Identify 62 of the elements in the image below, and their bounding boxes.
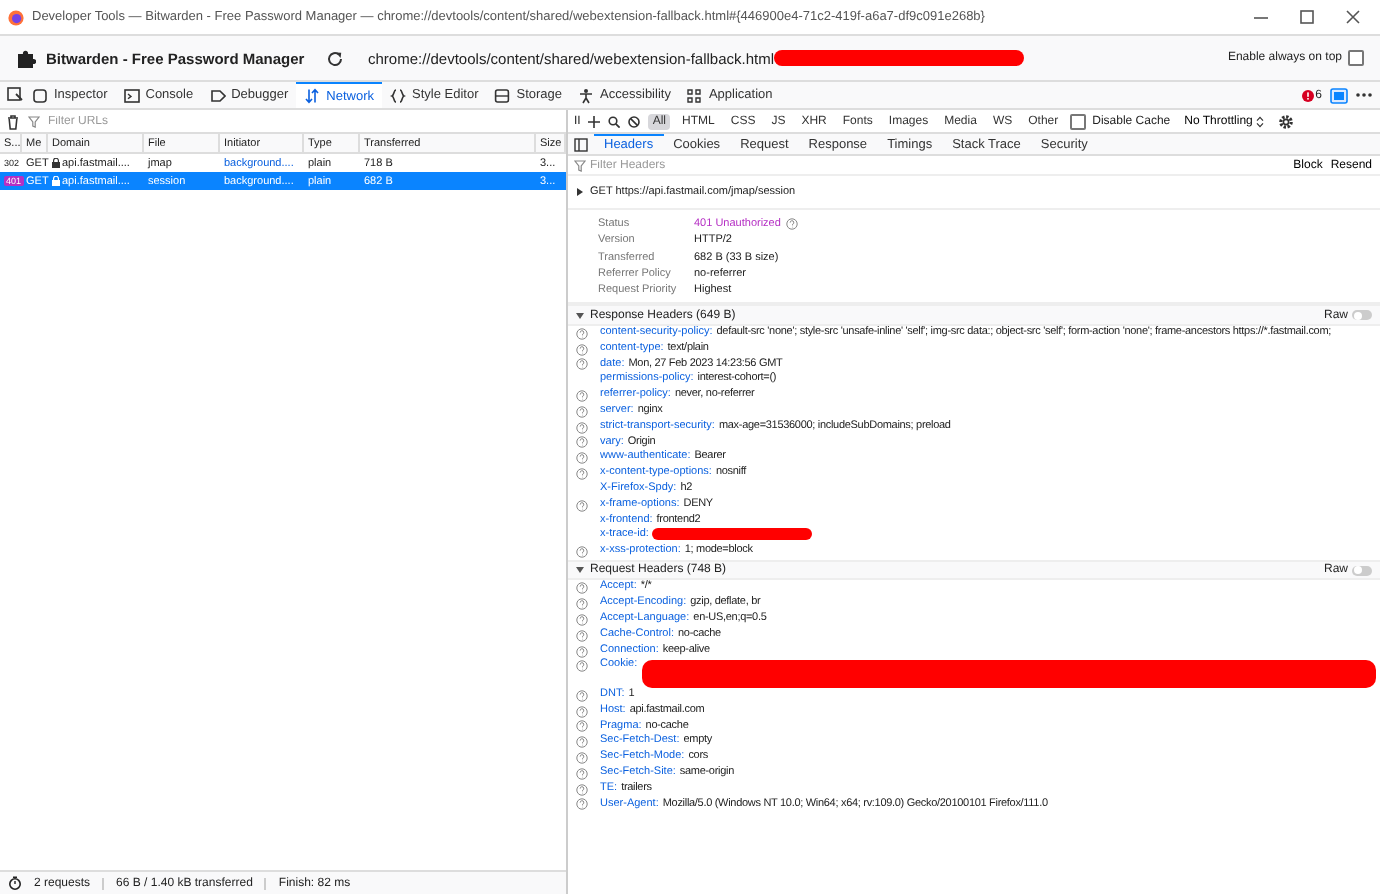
expand-arrow-icon[interactable] <box>576 188 584 196</box>
inspector-icon <box>32 87 48 103</box>
picker-icon[interactable] <box>6 82 24 106</box>
help-icon[interactable] <box>576 629 588 642</box>
help-icon[interactable] <box>576 613 588 626</box>
gear-icon[interactable] <box>1278 113 1295 129</box>
help-icon[interactable] <box>576 421 588 434</box>
help-icon[interactable] <box>576 499 588 512</box>
help-icon[interactable] <box>576 358 588 371</box>
maximize-icon[interactable] <box>1300 10 1314 24</box>
network-arrows-icon <box>304 88 321 104</box>
help-icon[interactable] <box>576 582 588 595</box>
help-icon[interactable] <box>576 343 588 356</box>
firefox-logo-icon <box>8 9 24 25</box>
help-icon[interactable] <box>576 327 588 340</box>
help-icon[interactable] <box>576 783 588 796</box>
stopwatch-icon[interactable] <box>8 876 22 890</box>
plus-icon[interactable] <box>588 115 601 127</box>
reload-icon[interactable] <box>326 49 344 67</box>
search-icon[interactable] <box>608 115 621 127</box>
help-icon[interactable] <box>576 767 588 780</box>
help-icon[interactable] <box>576 736 588 749</box>
help-icon[interactable] <box>576 645 588 658</box>
help-icon[interactable] <box>576 660 588 673</box>
updown-icon <box>1256 115 1265 127</box>
help-icon[interactable] <box>576 598 588 611</box>
console-icon <box>123 87 140 103</box>
sidebar-toggle-icon[interactable] <box>574 137 588 151</box>
person-icon <box>578 87 595 103</box>
trash-icon[interactable] <box>6 113 20 129</box>
raw-toggle[interactable] <box>1352 565 1372 576</box>
help-icon[interactable] <box>576 720 588 733</box>
error-icon <box>1301 89 1314 101</box>
help-icon[interactable] <box>576 436 588 449</box>
filter-icon <box>574 159 586 171</box>
checkbox[interactable] <box>1070 113 1087 129</box>
filter-icon <box>28 115 40 127</box>
lock-icon <box>52 176 60 186</box>
help-icon[interactable] <box>576 798 588 811</box>
debugger-icon <box>209 87 226 103</box>
dock-icon[interactable] <box>1330 87 1348 103</box>
close-icon[interactable] <box>1346 10 1360 24</box>
storage-icon <box>494 87 511 103</box>
more-icon[interactable] <box>1356 92 1372 98</box>
help-icon[interactable] <box>576 705 588 718</box>
help-icon[interactable] <box>576 752 588 764</box>
lock-icon <box>52 158 60 168</box>
help-icon[interactable] <box>576 452 588 465</box>
help-icon[interactable] <box>576 468 588 481</box>
block-icon[interactable] <box>628 115 641 127</box>
puzzle-icon <box>16 48 36 68</box>
collapse-arrow-icon[interactable] <box>576 566 584 575</box>
braces-icon <box>390 87 407 103</box>
help-icon[interactable] <box>576 546 588 559</box>
checkbox[interactable] <box>1348 50 1364 66</box>
help-icon[interactable] <box>576 390 588 403</box>
collapse-arrow-icon[interactable] <box>576 311 584 320</box>
help-icon[interactable] <box>786 218 799 231</box>
help-icon[interactable] <box>576 689 588 702</box>
help-icon[interactable] <box>576 405 588 418</box>
grid-icon <box>686 87 703 103</box>
raw-toggle[interactable] <box>1352 310 1372 321</box>
